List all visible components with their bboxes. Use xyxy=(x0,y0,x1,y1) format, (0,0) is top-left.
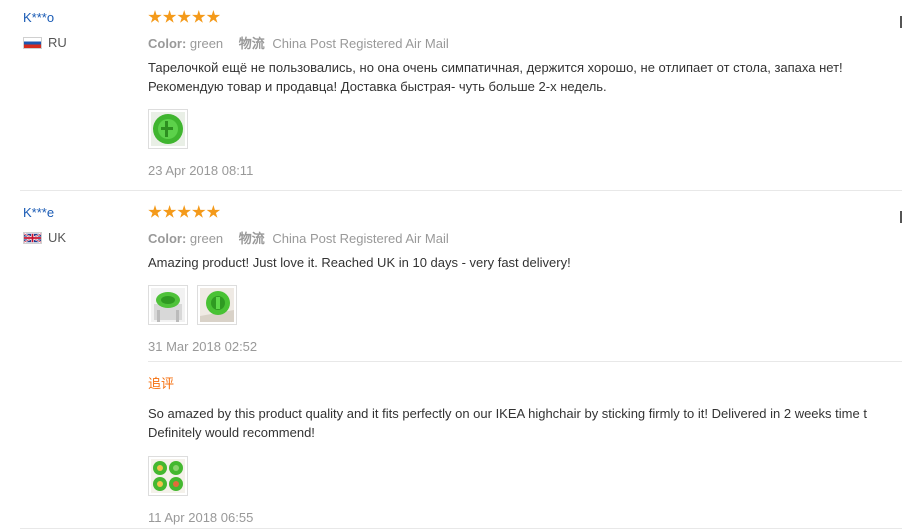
color-label: Color: xyxy=(148,36,187,51)
shipping-label: 物流 xyxy=(238,36,265,51)
review-photo-thumbnail[interactable] xyxy=(148,109,188,149)
color-value: green xyxy=(189,231,224,246)
star-icon xyxy=(206,10,221,23)
reviewer-name[interactable]: K***o xyxy=(23,10,67,25)
star-icon xyxy=(192,10,206,23)
review-photo-thumbnail[interactable] xyxy=(148,456,188,496)
followup-divider xyxy=(148,361,902,362)
order-info: Color: green 物流 China Post Registered Ai… xyxy=(148,228,571,247)
followup-text: So amazed by this product quality and it… xyxy=(148,404,867,442)
review-date: 11 Apr 2018 06:55 xyxy=(148,510,254,525)
reviewer-info: K***o RU xyxy=(23,10,67,50)
review-text-line: Amazing product! Just love it. Reached U… xyxy=(148,255,571,270)
star-icon xyxy=(148,205,162,218)
reviewer-name[interactable]: K***e xyxy=(23,205,66,220)
review-date: 23 Apr 2018 08:11 xyxy=(148,163,254,178)
review-content: Color: green 物流 China Post Registered Ai… xyxy=(148,10,843,178)
country-code: UK xyxy=(48,230,67,245)
followup-review: 追评 So amazed by this product quality and… xyxy=(148,373,867,525)
review-date: 31 Mar 2018 02:52 xyxy=(148,339,258,354)
order-info: Color: green 物流 China Post Registered Ai… xyxy=(148,33,843,52)
star-icon xyxy=(162,10,177,23)
review-content: Color: green 物流 China Post Registered Ai… xyxy=(148,205,571,354)
color-value: green xyxy=(189,36,224,51)
followup-text-line: So amazed by this product quality and it… xyxy=(148,406,867,421)
review-divider xyxy=(20,528,902,529)
review-item: K***o RU Color: green 物流 China Post Regi… xyxy=(0,0,902,190)
review-photos xyxy=(148,109,843,149)
star-icon xyxy=(192,205,206,218)
star-rating xyxy=(148,10,843,26)
followup-text-line: Definitely would recommend! xyxy=(148,425,315,440)
star-icon xyxy=(177,10,191,23)
star-icon xyxy=(162,205,177,218)
shipping-value: China Post Registered Air Mail xyxy=(272,36,449,51)
star-icon xyxy=(206,205,221,218)
color-label: Color: xyxy=(148,231,187,246)
shipping-label: 物流 xyxy=(238,231,265,246)
review-photo-thumbnail[interactable] xyxy=(197,285,237,325)
flag-ru-icon xyxy=(23,36,42,49)
star-icon xyxy=(177,205,191,218)
country-code: RU xyxy=(48,35,67,50)
review-text-line: Тарелочкой ещё не пользовались, но она о… xyxy=(148,60,843,75)
flag-uk-icon xyxy=(23,231,42,244)
followup-photos xyxy=(148,456,867,496)
followup-label: 追评 xyxy=(148,376,175,391)
star-icon xyxy=(148,10,162,23)
reviewer-info: K***e UK xyxy=(23,205,66,245)
review-photo-thumbnail[interactable] xyxy=(148,285,188,325)
reviewer-country: RU xyxy=(23,35,67,50)
review-text-line: Рекомендую товар и продавца! Доставка бы… xyxy=(148,79,607,94)
shipping-value: China Post Registered Air Mail xyxy=(272,231,449,246)
review-text: Тарелочкой ещё не пользовались, но она о… xyxy=(148,58,843,96)
star-rating xyxy=(148,205,571,221)
review-item: K***e UK Color: green 物流 China Post Regi… xyxy=(0,191,902,528)
review-photos xyxy=(148,285,571,325)
reviewer-country: UK xyxy=(23,230,66,245)
review-text: Amazing product! Just love it. Reached U… xyxy=(148,253,571,272)
